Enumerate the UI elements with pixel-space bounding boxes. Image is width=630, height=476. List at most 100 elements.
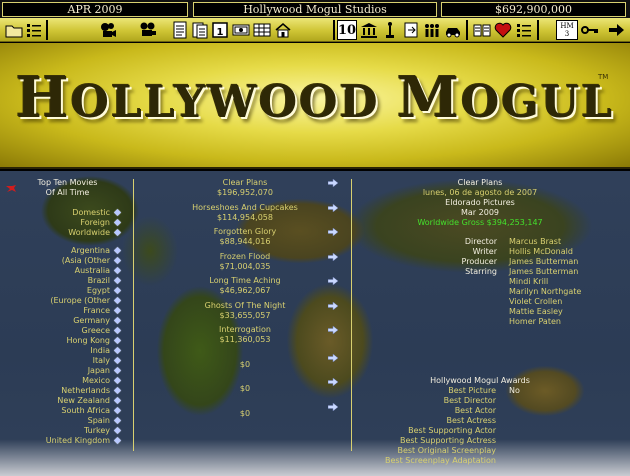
- region-diamond-icon: [113, 426, 122, 435]
- region-item[interactable]: Italy: [0, 356, 125, 366]
- region-diamond-icon: [113, 406, 122, 415]
- region-item[interactable]: Foreign: [0, 218, 125, 228]
- region-item[interactable]: South Africa: [0, 406, 125, 416]
- movie-row[interactable]: Ghosts Of The Night $33,655,057: [140, 301, 345, 323]
- region-diamond-icon: [113, 326, 122, 335]
- select-arrow-icon[interactable]: [328, 179, 338, 187]
- book-icon[interactable]: [472, 20, 492, 40]
- money-icon[interactable]: [231, 20, 251, 40]
- select-arrow-icon[interactable]: [328, 326, 338, 334]
- document-icon[interactable]: [190, 20, 210, 40]
- region-item[interactable]: New Zealand: [0, 396, 125, 406]
- region-item[interactable]: Turkey: [0, 426, 125, 436]
- region-item[interactable]: Domestic: [0, 208, 125, 218]
- region-diamond-icon: [113, 306, 122, 315]
- movie-row[interactable]: Frozen Flood $71,004,035: [140, 252, 345, 274]
- region-item[interactable]: Mexico: [0, 376, 125, 386]
- movie-row[interactable]: Horseshoes And Cupcakes $114,954,058: [140, 203, 345, 225]
- movie-gross: $196,952,070: [217, 188, 273, 197]
- region-label: Brazil: [87, 276, 110, 285]
- movie-title: Ghosts Of The Night: [204, 300, 286, 310]
- region-label: Worldwide: [68, 228, 110, 237]
- select-arrow-icon[interactable]: [328, 378, 338, 386]
- checklist-icon[interactable]: [24, 20, 44, 40]
- top-movies-panel: Top Ten Movies Of All Time Domestic Forei…: [0, 171, 630, 476]
- movie-row[interactable]: $0: [140, 374, 345, 396]
- region-item[interactable]: Argentina: [0, 246, 125, 256]
- region-item[interactable]: Japan: [0, 366, 125, 376]
- movie-row[interactable]: Clear Plans $196,952,070: [140, 178, 345, 200]
- movie-camera-icon[interactable]: [138, 20, 158, 40]
- region-item[interactable]: Germany: [0, 316, 125, 326]
- movie-row[interactable]: Interrogation $11,360,053: [140, 325, 345, 347]
- folder-icon[interactable]: [4, 20, 24, 40]
- credit-name: James Butterman: [509, 257, 579, 266]
- close-icon[interactable]: [6, 178, 16, 192]
- heart-icon[interactable]: [493, 20, 513, 40]
- select-arrow-icon[interactable]: [328, 228, 338, 236]
- trophy-icon[interactable]: [380, 20, 400, 40]
- trademark-mark: TM: [598, 73, 609, 81]
- next-arrow-icon[interactable]: [606, 20, 626, 40]
- select-arrow-icon[interactable]: [328, 277, 338, 285]
- region-label: Domestic: [72, 208, 110, 217]
- select-arrow-icon[interactable]: [328, 301, 338, 310]
- region-item[interactable]: India: [0, 346, 125, 356]
- region-item[interactable]: Spain: [0, 416, 125, 426]
- movie-title: Frozen Flood: [219, 251, 271, 261]
- select-arrow-icon[interactable]: [328, 353, 338, 362]
- studio-name: Hollywood Mogul Studios: [193, 2, 437, 17]
- region-diamond-icon: [113, 396, 122, 405]
- credit-name: Marilyn Northgate: [509, 287, 582, 296]
- region-diamond-icon: [113, 366, 122, 375]
- region-item[interactable]: France: [0, 306, 125, 316]
- award-value: No: [509, 386, 520, 395]
- detail-title: Clear Plans: [457, 178, 503, 187]
- movie-row[interactable]: $0: [140, 399, 345, 421]
- key-icon[interactable]: [580, 20, 600, 40]
- credit-name: Marcus Brast: [509, 237, 562, 246]
- region-item[interactable]: (Europe (Other: [0, 296, 125, 306]
- spreadsheet-icon[interactable]: [252, 20, 272, 40]
- region-label: Japan: [87, 366, 110, 375]
- region-diamond-icon: [113, 228, 122, 237]
- award-name: Best Picture: [448, 386, 496, 395]
- crowd-icon[interactable]: [422, 20, 442, 40]
- exit-door-icon[interactable]: [401, 20, 421, 40]
- calendar-icon[interactable]: 1: [210, 20, 230, 40]
- region-item[interactable]: Hong Kong: [0, 336, 125, 346]
- region-item[interactable]: Australia: [0, 266, 125, 276]
- main-toolbar: 1 10 HM 3: [0, 18, 630, 42]
- region-diamond-icon: [113, 276, 122, 285]
- toolbar-divider: [333, 20, 335, 40]
- bank-icon[interactable]: [359, 20, 379, 40]
- toolbar-divider: [537, 20, 539, 40]
- region-item[interactable]: Worldwide: [0, 228, 125, 238]
- region-item[interactable]: Brazil: [0, 276, 125, 286]
- credit-name: James Butterman: [509, 267, 579, 276]
- film-camera-icon[interactable]: [98, 20, 118, 40]
- region-item[interactable]: Egypt: [0, 286, 125, 296]
- column-divider: [133, 179, 134, 451]
- award-name: Best Supporting Actor: [408, 426, 496, 435]
- house-icon[interactable]: [273, 20, 293, 40]
- hm3-icon[interactable]: HM 3: [556, 20, 578, 40]
- movie-gross: $0: [239, 359, 251, 369]
- car-icon[interactable]: [443, 20, 463, 40]
- select-arrow-icon[interactable]: [328, 203, 338, 212]
- detail-worldwide-gross: Worldwide Gross $394,253,147: [417, 218, 543, 227]
- select-arrow-icon[interactable]: [328, 252, 338, 261]
- ten-icon[interactable]: 10: [337, 20, 357, 40]
- region-item[interactable]: United Kingdom: [0, 436, 125, 446]
- movie-row[interactable]: Long Time Aching $46,962,067: [140, 276, 345, 298]
- movie-row[interactable]: $0: [140, 350, 345, 372]
- region-item[interactable]: Netherlands: [0, 386, 125, 396]
- region-item[interactable]: (Asia (Other: [0, 256, 125, 266]
- region-item[interactable]: Greece: [0, 326, 125, 336]
- movie-row[interactable]: Forgotten Glory $88,944,016: [140, 227, 345, 249]
- region-label: Turkey: [83, 426, 110, 435]
- script-icon[interactable]: [170, 20, 190, 40]
- region-label: Mexico: [82, 376, 110, 385]
- region-diamond-icon: [113, 256, 122, 265]
- list-icon[interactable]: [514, 20, 534, 40]
